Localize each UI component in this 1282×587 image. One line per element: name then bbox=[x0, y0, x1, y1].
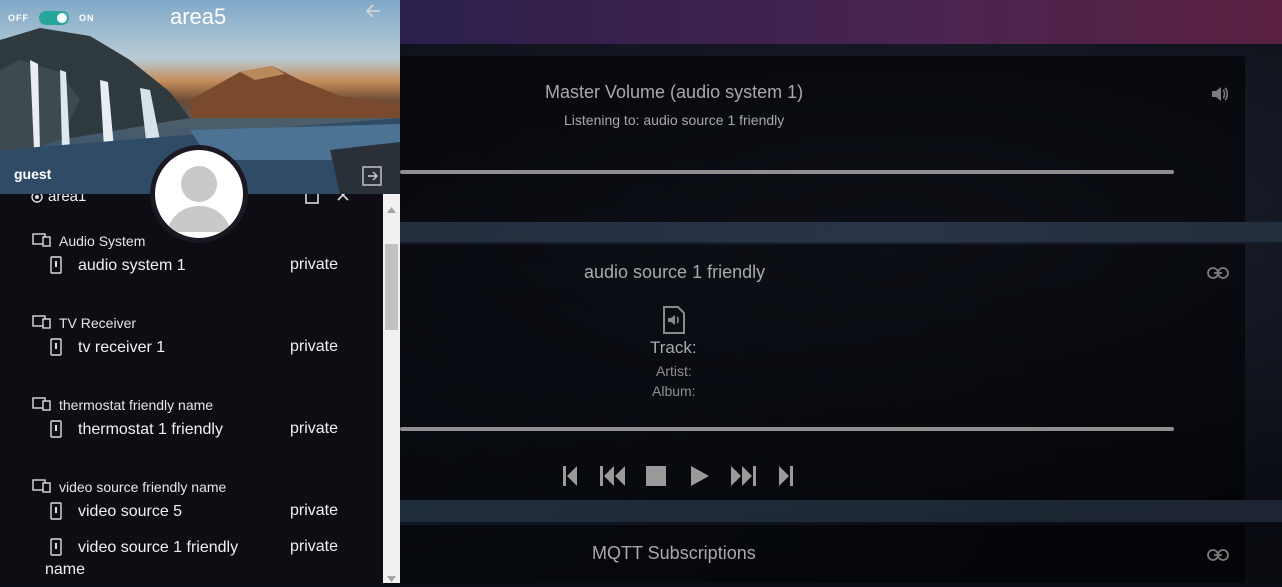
area-row-label: area1 bbox=[48, 194, 87, 205]
side-panel: OFF ON area5 guest area1 Audio System au… bbox=[0, 0, 400, 583]
skip-to-end-icon[interactable] bbox=[765, 460, 808, 492]
device-visibility: private bbox=[290, 502, 339, 519]
device-name-continued: name bbox=[45, 561, 86, 578]
top-bar bbox=[400, 0, 1282, 44]
back-arrow-icon[interactable] bbox=[364, 2, 382, 25]
device-visibility: private bbox=[290, 420, 339, 437]
avatar[interactable] bbox=[155, 150, 243, 238]
track-progress-slider[interactable] bbox=[400, 427, 1174, 431]
device-icon bbox=[50, 256, 62, 279]
scroll-up-icon[interactable] bbox=[387, 200, 396, 218]
toggle-on-label: ON bbox=[79, 13, 95, 23]
stop-icon[interactable] bbox=[635, 460, 678, 492]
now-playing-card: audio source 1 friendly Track: Artist: A… bbox=[400, 244, 1245, 500]
rewind-icon[interactable] bbox=[591, 460, 634, 492]
fast-forward-icon[interactable] bbox=[721, 460, 764, 492]
volume-icon[interactable] bbox=[1211, 86, 1229, 107]
group-label: thermostat friendly name bbox=[59, 397, 214, 413]
master-volume-subtitle: Listening to: audio source 1 friendly bbox=[564, 112, 785, 128]
now-playing-title: audio source 1 friendly bbox=[584, 262, 766, 282]
device-name[interactable]: video source 5 bbox=[78, 503, 182, 521]
devices-icon bbox=[32, 233, 52, 252]
square-icon[interactable] bbox=[304, 194, 320, 209]
group-label: Audio System bbox=[59, 233, 146, 249]
radio-icon bbox=[30, 194, 44, 209]
device-icon bbox=[50, 502, 62, 525]
devices-icon bbox=[32, 479, 52, 498]
mqtt-title: MQTT Subscriptions bbox=[592, 543, 756, 563]
device-visibility: private bbox=[290, 538, 339, 555]
user-name: guest bbox=[14, 166, 52, 182]
devices-icon bbox=[32, 397, 52, 416]
skip-to-start-icon[interactable] bbox=[548, 460, 591, 492]
user-avatar-icon bbox=[167, 166, 231, 232]
transport-controls bbox=[548, 460, 808, 492]
master-volume-slider[interactable] bbox=[400, 170, 1174, 174]
toggle-off-label: OFF bbox=[8, 13, 29, 23]
device-name[interactable]: thermostat 1 friendly bbox=[78, 421, 223, 439]
link-icon[interactable] bbox=[1207, 548, 1229, 566]
audio-file-icon bbox=[662, 306, 686, 339]
scroll-thumb[interactable] bbox=[385, 244, 398, 330]
power-toggle[interactable]: OFF ON bbox=[8, 8, 95, 28]
devices-icon bbox=[32, 315, 52, 334]
artist-label: Artist: bbox=[656, 363, 692, 379]
toggle-switch[interactable] bbox=[39, 11, 69, 25]
link-icon[interactable] bbox=[1207, 266, 1229, 284]
device-list: area1 Audio System audio system 1 privat… bbox=[0, 194, 383, 583]
logout-icon[interactable] bbox=[362, 166, 382, 191]
device-icon bbox=[50, 538, 62, 561]
master-volume-card: Master Volume (audio system 1) Listening… bbox=[400, 56, 1245, 222]
device-visibility: private bbox=[290, 338, 339, 355]
close-icon[interactable] bbox=[336, 194, 350, 207]
background-stripe bbox=[400, 500, 1282, 522]
device-name[interactable]: video source 1 friendly bbox=[78, 539, 238, 557]
group-label: video source friendly name bbox=[59, 479, 227, 495]
play-icon[interactable] bbox=[678, 460, 721, 492]
master-volume-title: Master Volume (audio system 1) bbox=[545, 82, 804, 102]
device-visibility: private bbox=[290, 256, 339, 273]
area-title: area5 bbox=[170, 4, 227, 29]
scroll-down-icon[interactable] bbox=[387, 569, 396, 587]
album-label: Album: bbox=[652, 383, 696, 399]
device-icon bbox=[50, 420, 62, 443]
group-label: TV Receiver bbox=[59, 315, 137, 331]
track-label: Track: bbox=[650, 338, 697, 357]
device-name[interactable]: audio system 1 bbox=[78, 257, 186, 275]
panel-scrollbar[interactable] bbox=[383, 194, 400, 583]
device-name[interactable]: tv receiver 1 bbox=[78, 339, 165, 357]
background-stripe bbox=[400, 222, 1282, 242]
device-icon bbox=[50, 338, 62, 361]
mqtt-card: MQTT Subscriptions bbox=[400, 525, 1245, 583]
avatar-frame bbox=[150, 145, 248, 243]
